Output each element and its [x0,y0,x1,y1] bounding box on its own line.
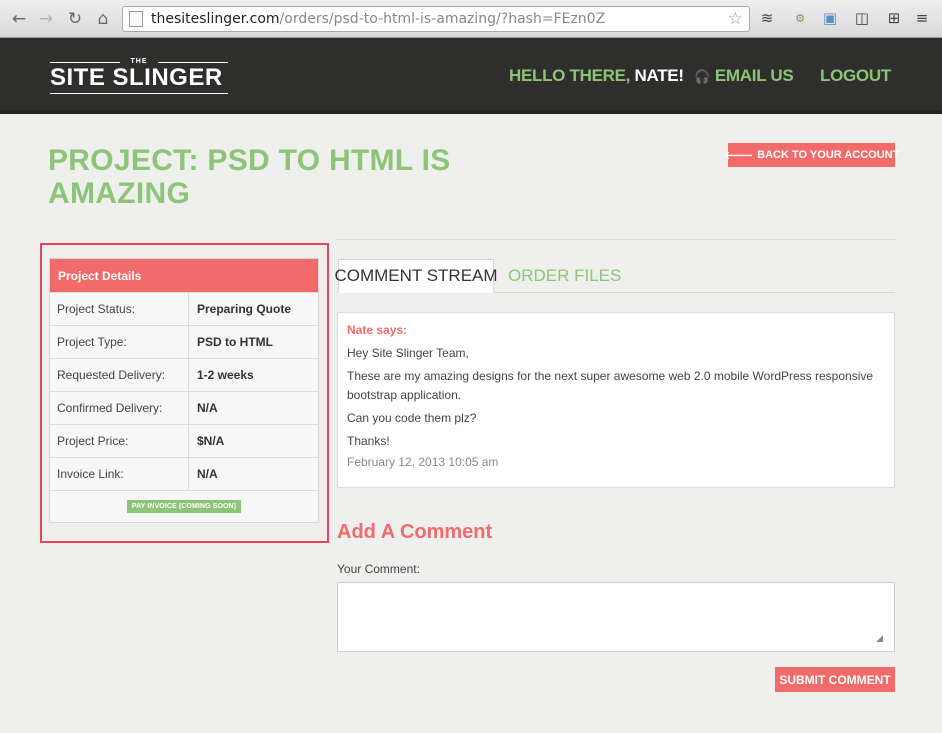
comment-line: Hey Site Slinger Team, [347,346,469,360]
add-extension-icon[interactable]: ⊞ [884,8,904,28]
pay-invoice-button[interactable]: PAY INVOICE (COMING SOON) [126,500,242,513]
submit-comment-button[interactable]: SUBMIT COMMENT [775,667,895,692]
reload-icon[interactable]: ↻ [62,6,88,32]
panel-footer: PAY INVOICE (COMING SOON) [50,490,318,522]
project-details-heading: Project Details [50,259,318,292]
arrow-left-icon: 🡐 [723,149,754,162]
url-path: /orders/psd-to-html-is-amazing/?hash=FEz… [279,11,606,27]
detail-row-invoice-link: Invoice Link: N/A [50,457,318,490]
url-host: thesiteslinger.com [151,11,280,27]
bucket-extension-icon[interactable]: ◫ [852,8,872,28]
logo-underline [50,93,228,94]
detail-row-confirmed-delivery: Confirmed Delivery: N/A [50,391,318,424]
user-name: NATE! [634,66,684,85]
comment-author: Nate says: [347,323,408,337]
add-comment-heading: Add A Comment [337,521,493,543]
tab-order-files[interactable]: ORDER FILES [508,259,621,293]
logout-link[interactable]: LOGOUT [820,66,891,86]
detail-value: $N/A [197,434,225,448]
address-bar[interactable]: thesiteslinger.com/orders/psd-to-html-is… [122,6,750,32]
js-extension-icon[interactable]: ⚙ [790,8,810,28]
forward-arrow-icon[interactable]: → [33,6,59,32]
greeting: HELLO THERE, NATE! [509,66,684,86]
detail-value: 1-2 weeks [197,368,254,382]
headset-icon: 🎧 [694,70,710,85]
browser-toolbar: ← → ↻ ⌂ thesiteslinger.com/orders/psd-to… [0,0,942,38]
back-to-account-button[interactable]: 🡐 BACK TO YOUR ACCOUNT [724,143,899,167]
detail-label: Confirmed Delivery: [50,392,189,424]
back-arrow-icon[interactable]: ← [6,6,32,32]
page-icon [129,11,143,27]
detail-label: Project Price: [50,425,189,457]
detail-row-price: Project Price: $N/A [50,424,318,457]
project-details-panel: Project Details Project Status: Preparin… [49,258,319,523]
email-us-link[interactable]: 🎧 EMAIL US [694,66,794,86]
logo-text: SITE SLINGER [50,64,223,91]
resize-grip-icon[interactable]: ◢ [876,634,883,644]
home-icon[interactable]: ⌂ [90,6,116,32]
comment-timestamp: February 12, 2013 10:05 am [347,455,499,469]
greeting-text: HELLO THERE, [509,66,631,85]
section-divider [337,239,895,240]
tab-comment-stream[interactable]: COMMENT STREAM [334,259,498,293]
detail-value: PSD to HTML [197,335,273,349]
bookmark-star-icon[interactable]: ☆ [728,9,743,29]
comment-field-label: Your Comment: [337,562,420,576]
comment-item: Nate says: Hey Site Slinger Team, These … [337,312,895,488]
detail-label: Project Status: [50,293,189,325]
detail-label: Project Type: [50,326,189,358]
detail-row-requested-delivery: Requested Delivery: 1-2 weeks [50,358,318,391]
detail-row-type: Project Type: PSD to HTML [50,325,318,358]
detail-label: Invoice Link: [50,458,189,490]
site-header: THE SITE SLINGER HELLO THERE, NATE! 🎧 EMA… [0,38,942,114]
detail-row-status: Project Status: Preparing Quote [50,292,318,325]
comment-line: Thanks! [347,434,390,448]
email-us-label: EMAIL US [714,66,794,85]
menu-icon[interactable]: ≡ [912,8,932,28]
window-extension-icon[interactable]: ▣ [820,8,840,28]
layers-extension-icon[interactable]: ≋ [757,8,777,28]
back-to-account-label: BACK TO YOUR ACCOUNT [757,149,900,161]
detail-label: Requested Delivery: [50,359,189,391]
page-title: PROJECT: PSD TO HTML IS AMAZING [48,144,451,210]
comment-line: Can you code them plz? [347,411,477,425]
comment-textarea[interactable] [337,582,895,652]
site-logo[interactable]: THE SITE SLINGER [50,58,230,98]
comment-line: These are my amazing designs for the nex… [347,369,874,402]
detail-value: Preparing Quote [197,302,292,316]
detail-value: N/A [197,401,218,415]
detail-value: N/A [197,467,218,481]
